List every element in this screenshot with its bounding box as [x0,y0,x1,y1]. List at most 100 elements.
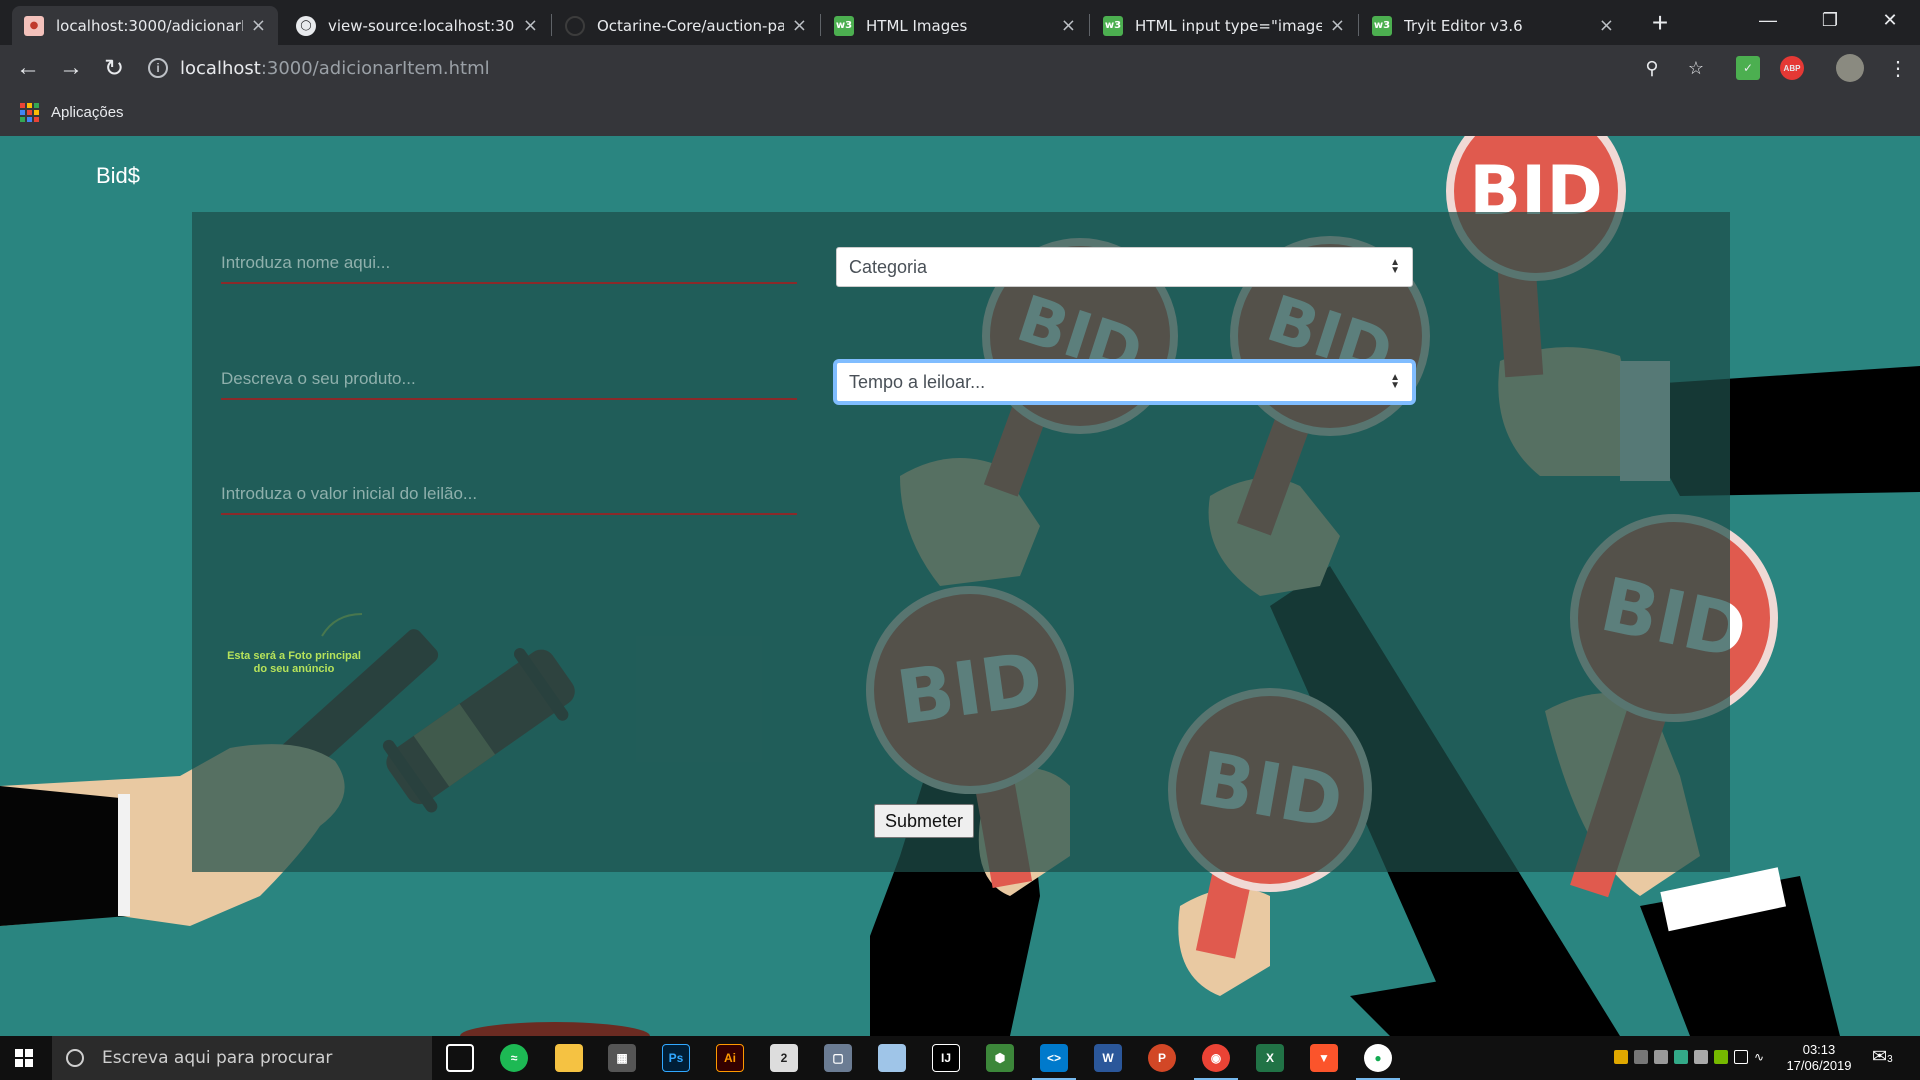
chrome-icon[interactable]: ◉ [1194,1044,1238,1080]
tab-github[interactable]: Octarine-Core/auction-paw × [553,6,819,45]
wifi-icon[interactable]: ∿ [1754,1050,1768,1064]
illustrator-icon[interactable]: Ai [716,1044,744,1072]
tab-separator [551,14,552,36]
item-starting-value-input[interactable] [221,475,797,515]
close-window-button[interactable]: ✕ [1860,0,1920,40]
clock-date: 17/06/2019 [1786,1058,1852,1073]
notification-count: 3 [1887,1054,1893,1065]
menu-icon[interactable]: ⋮ [1886,56,1910,80]
category-select-value: Categoria [849,256,928,277]
brave-icon[interactable]: ▼ [1310,1044,1338,1072]
excel-icon[interactable]: X [1256,1044,1284,1072]
close-tab-icon[interactable]: × [792,15,807,36]
close-tab-icon[interactable]: × [1061,15,1076,36]
start-button[interactable] [0,1036,48,1080]
url-text: localhost:3000/adicionarItem.html [180,58,490,79]
tray-app-icon[interactable] [1634,1050,1648,1064]
tab-strip: ● localhost:3000/adicionarItem × ◯ view-… [0,0,1920,45]
clock[interactable]: 03:13 17/06/2019 [1780,1042,1858,1074]
tab-input-image[interactable]: w3 HTML input type="image" × [1091,6,1357,45]
virtualbox-icon[interactable]: ▢ [824,1044,852,1072]
nvidia-icon[interactable] [1714,1050,1728,1064]
task-view-icon[interactable] [446,1044,474,1072]
address-bar[interactable]: i localhost:3000/adicionarItem.html [148,52,1638,84]
store-icon[interactable]: ▦ [608,1044,636,1072]
mail-badge: 2 [780,1051,788,1065]
close-tab-icon[interactable]: × [1599,15,1614,36]
gavel-block [460,1022,650,1036]
bid-favicon-icon: ● [24,15,44,36]
bookmarks-bar: Aplicações [20,100,124,124]
windows-logo-icon [15,1049,33,1067]
word-icon[interactable]: W [1094,1044,1122,1072]
3d-viewer-icon[interactable] [878,1044,906,1072]
close-tab-icon[interactable]: × [1330,15,1345,36]
bookmark-star-icon[interactable]: ☆ [1684,56,1708,80]
select-arrows-icon: ▲ ▼ [1390,257,1400,276]
profile-avatar[interactable] [1836,54,1864,82]
reload-button[interactable]: ↻ [98,52,130,84]
close-tab-icon[interactable]: × [523,15,538,36]
tab-title: view-source:localhost:3000/a [328,16,515,35]
tab-title: localhost:3000/adicionarItem [56,16,243,35]
auction-time-select[interactable]: Tempo a leiloar... ▲ ▼ [836,362,1413,402]
page-viewport: Bid$ BID Introduza nome aqui... Descreva… [0,136,1920,1036]
category-select[interactable]: Categoria ▲ ▼ [836,247,1413,287]
close-tab-icon[interactable]: × [251,15,266,36]
item-name-input[interactable] [221,244,797,284]
tab-adicionar-item[interactable]: ● localhost:3000/adicionarItem × [12,6,278,45]
apps-grid-icon[interactable] [20,102,39,122]
tray-app-icon[interactable] [1674,1050,1688,1064]
spotify-icon[interactable]: ≈ [500,1044,528,1072]
vscode-icon[interactable]: <> [1032,1044,1076,1080]
tab-title: Tryit Editor v3.6 [1404,16,1523,35]
mongodb-icon[interactable]: ● [1356,1044,1400,1080]
battery-icon[interactable] [1734,1050,1748,1064]
tab-title: HTML Images [866,16,968,35]
url-host: localhost [180,57,261,79]
notification-center-icon[interactable]: ✉3 [1872,1046,1896,1070]
github-icon [565,15,585,36]
file-explorer-icon[interactable] [555,1044,583,1072]
adblock-icon[interactable]: ABP [1780,56,1804,80]
taskbar-search[interactable]: Escreva aqui para procurar [52,1036,432,1080]
url-path: :3000/adicionarItem.html [260,57,490,79]
globe-icon: ◯ [296,15,316,36]
tab-separator [820,14,821,36]
restore-button[interactable]: ❐ [1800,0,1860,40]
powerpoint-icon[interactable]: P [1148,1044,1176,1072]
forward-button[interactable]: → [55,52,87,84]
select-arrows-icon: ▲ ▼ [1390,372,1400,391]
photoshop-icon[interactable]: Ps [662,1044,690,1072]
adblock-label: ABP [1783,63,1801,73]
extension-todo-icon[interactable]: ✓ [1736,56,1760,80]
tray-app-icon[interactable] [1614,1050,1628,1064]
tray-app-icon[interactable] [1654,1050,1668,1064]
site-info-icon[interactable]: i [148,58,168,78]
tab-title: Octarine-Core/auction-paw [597,16,784,35]
submit-button[interactable]: Submeter [874,804,974,838]
tab-separator [1089,14,1090,36]
item-description-input[interactable] [221,360,797,400]
minimize-button[interactable]: — [1738,0,1798,40]
add-item-form-panel [192,212,1730,872]
node-icon[interactable]: ⬢ [986,1044,1014,1072]
tab-tryit-editor[interactable]: w3 Tryit Editor v3.6 × [1360,6,1626,45]
back-button[interactable]: ← [12,52,44,84]
clock-time: 03:13 [1802,1042,1836,1057]
tab-html-images[interactable]: w3 HTML Images × [822,6,1088,45]
main-photo-note: Esta será a Foto principal do seu anúnci… [227,650,361,675]
windows-taskbar: Escreva aqui para procurar ≈ ▦ Ps Ai 2 ▢… [0,1036,1920,1080]
w3schools-icon: w3 [834,15,854,36]
tab-view-source[interactable]: ◯ view-source:localhost:3000/a × [284,6,550,45]
apps-bookmark-label[interactable]: Aplicações [51,104,124,121]
zoom-icon[interactable]: ⚲ [1640,56,1664,80]
mail-icon[interactable]: 2 [770,1044,798,1072]
w3schools-icon: w3 [1103,15,1123,36]
intellij-icon[interactable]: IJ [932,1044,960,1072]
tray-app-icon[interactable] [1694,1050,1708,1064]
search-icon [66,1049,84,1067]
auction-time-select-value: Tempo a leiloar... [849,371,986,392]
tab-title: HTML input type="image" [1135,16,1322,35]
new-tab-button[interactable]: + [1643,6,1677,40]
